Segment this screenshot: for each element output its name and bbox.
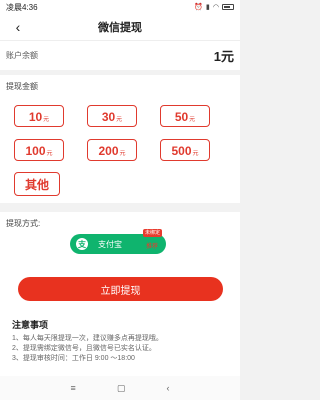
- status-time: 凌晨4:36: [6, 2, 38, 12]
- notes-title: 注意事项: [12, 320, 49, 330]
- alipay-option-button[interactable]: 支 支付宝 未绑定 推荐: [70, 229, 166, 254]
- amount-option-other[interactable]: 其他: [14, 172, 60, 196]
- menu-icon[interactable]: ≡: [71, 383, 76, 393]
- note-item: 2、提现需绑定微信号，且微信号已实名认证。: [12, 345, 156, 352]
- battery-icon: [222, 4, 234, 10]
- amount-option-100[interactable]: 100 元: [14, 139, 64, 161]
- page-title: 微信提现: [98, 22, 142, 34]
- title-bar: ‹ 微信提现: [0, 14, 240, 40]
- method-section-label: 提现方式:: [6, 219, 41, 228]
- system-nav-bar: ≡ ▢ ‹: [0, 376, 240, 400]
- amount-unit: 元: [119, 151, 126, 157]
- amount-value: 50: [174, 110, 189, 124]
- note-item: 3、提现审核时间：工作日 9:00 ～18:00: [12, 355, 135, 362]
- amount-value: 500: [171, 144, 192, 158]
- unbound-badge: 未绑定: [142, 229, 162, 237]
- amount-panel: 提现金额 10 元 30 元 50 元 100 元 200 元 500 元 其他: [0, 75, 240, 203]
- amount-value: 10: [28, 110, 43, 124]
- amount-section-label: 提现金额: [6, 82, 38, 91]
- back-button[interactable]: ‹: [8, 17, 28, 37]
- signal-icon: ▮: [206, 4, 210, 11]
- recommend-tag: 推荐: [145, 244, 158, 250]
- alarm-icon: ⏰: [194, 4, 204, 11]
- alipay-icon: 支: [76, 238, 88, 250]
- status-icons: ⏰ ▮ ◠: [194, 3, 234, 11]
- note-item: 1、每人每天限提现一次，建议赚多点再提现哦。: [12, 335, 163, 342]
- amount-option-500[interactable]: 500 元: [160, 139, 210, 161]
- status-bar: 凌晨4:36 ⏰ ▮ ◠: [0, 0, 240, 14]
- notes-section: 注意事项 1、每人每天限提现一次，建议赚多点再提现哦。 2、提现需绑定微信号，且…: [0, 312, 240, 376]
- alipay-label: 支付宝: [98, 239, 122, 249]
- amount-option-50[interactable]: 50 元: [160, 105, 210, 127]
- amount-value: 100: [25, 144, 46, 158]
- amount-option-10[interactable]: 10 元: [14, 105, 64, 127]
- chevron-left-icon: ‹: [15, 19, 21, 35]
- amount-unit: 元: [189, 117, 196, 123]
- amount-unit: 元: [46, 151, 53, 157]
- amount-value: 30: [101, 110, 116, 124]
- amount-option-200[interactable]: 200 元: [87, 139, 137, 161]
- home-icon[interactable]: ▢: [117, 383, 126, 394]
- balance-value: 1元: [213, 49, 234, 64]
- amount-unit: 元: [192, 151, 199, 157]
- amount-option-30[interactable]: 30 元: [87, 105, 137, 127]
- withdraw-button[interactable]: 立即提现: [18, 277, 223, 301]
- balance-row: 账户余额 1元: [0, 40, 240, 70]
- wifi-icon: ◠: [212, 4, 219, 11]
- amount-unit: 元: [43, 117, 50, 123]
- nav-back-icon[interactable]: ‹: [166, 383, 169, 393]
- balance-label: 账户余额: [6, 51, 38, 60]
- amount-value: 200: [98, 144, 119, 158]
- amount-unit: 元: [116, 117, 123, 123]
